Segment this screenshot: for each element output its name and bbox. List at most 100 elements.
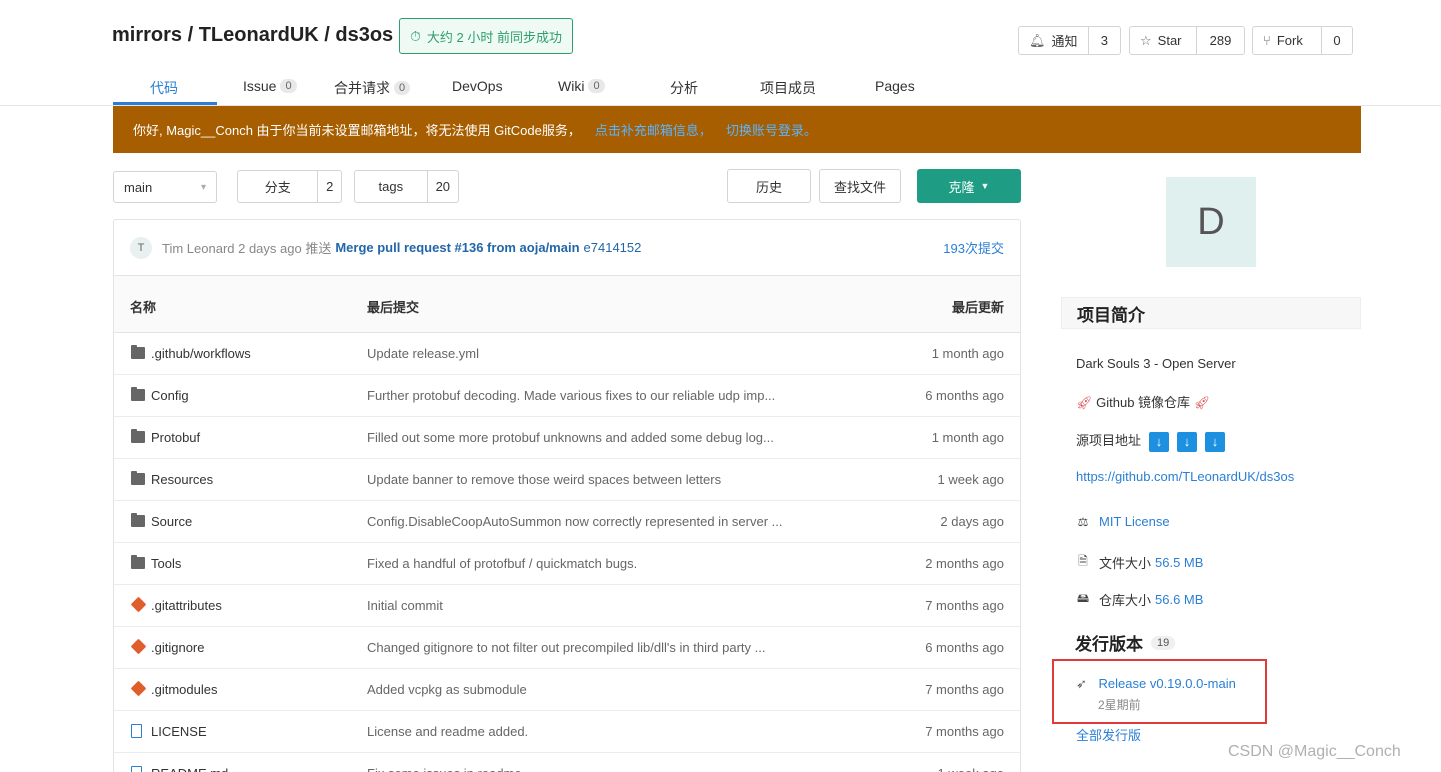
tags-label: tags (378, 179, 404, 194)
file-size-value[interactable]: 56.5 MB (1155, 555, 1203, 570)
file-name-link[interactable]: Tools (151, 556, 181, 571)
tab-code[interactable]: 代码 (150, 78, 178, 98)
file-commit-message-link[interactable]: License and readme added. (367, 724, 807, 739)
clone-label: 克隆 (948, 179, 975, 195)
bell-icon: 🔔︎ (1029, 32, 1046, 48)
chevron-down-icon: ▼ (980, 181, 990, 191)
project-description: Dark Souls 3 - Open Server (1076, 356, 1236, 371)
file-name-link[interactable]: Config (151, 388, 189, 403)
commit-message-link[interactable]: Merge pull request #136 from aoja/main (335, 240, 579, 255)
branch-select[interactable]: main ▾ (113, 171, 217, 203)
file-commit-message-link[interactable]: Config.DisableCoopAutoSummon now correct… (367, 514, 807, 529)
active-tab-indicator (113, 102, 217, 105)
file-updated-date: 7 months ago (925, 598, 1004, 613)
file-name-link[interactable]: LICENSE (151, 724, 207, 739)
file-name-link[interactable]: .github/workflows (151, 346, 251, 361)
tab-devops[interactable]: DevOps (452, 78, 503, 94)
file-name-link[interactable]: .gitignore (151, 640, 204, 655)
table-row[interactable]: .gitmodules Added vcpkg as submodule 7 mon… (114, 669, 1020, 711)
table-row[interactable]: README.md Fix some issues in readme 1 week… (114, 753, 1020, 772)
file-updated-date: 6 months ago (925, 388, 1004, 403)
table-row[interactable]: .github/workflows Update release.yml 1 mon… (114, 333, 1020, 375)
rocket-icon: 🚀︎ (1076, 395, 1093, 410)
file-updated-date: 1 month ago (931, 430, 1004, 445)
star-count[interactable]: 289 (1196, 27, 1244, 54)
avatar[interactable]: T (130, 236, 152, 259)
drive-icon: 🖴 (1076, 591, 1090, 605)
table-row[interactable]: Protobuf Filled out some more protobuf un… (114, 417, 1020, 459)
col-last-updated: 最后更新 (951, 300, 1004, 315)
file-updated-date: 6 months ago (925, 640, 1004, 655)
timer-icon: ⏱ (410, 27, 421, 44)
tab-pages[interactable]: Pages (875, 78, 915, 94)
release-item[interactable]: ➶ Release v0.19.0.0-main 2星期前 (1076, 676, 1236, 712)
watermark: CSDN @Magic__Conch (1228, 743, 1401, 760)
license-link[interactable]: MIT License (1099, 514, 1170, 529)
tab-analytics[interactable]: 分析 (670, 78, 698, 98)
file-name-link[interactable]: Protobuf (151, 430, 200, 445)
commit-sha-link[interactable]: e7414152 (584, 240, 642, 255)
release-link[interactable]: Release v0.19.0.0-main (1099, 676, 1236, 691)
total-commits-link[interactable]: 193次提交 (943, 238, 1004, 257)
file-name-link[interactable]: Resources (151, 472, 213, 487)
repo-path[interactable]: mirrors / TLeonardUK / ds3os (112, 24, 393, 47)
find-file-button[interactable]: 查找文件 (819, 169, 901, 203)
add-email-link[interactable]: 点击补充邮箱信息， (595, 120, 712, 139)
tab-issue[interactable]: Issue 0 (243, 78, 297, 94)
all-releases-link[interactable]: 全部发行版 (1076, 725, 1141, 744)
fork-button[interactable]: ⑂ Fork 0 (1252, 26, 1353, 55)
mr-count-badge: 0 (394, 81, 411, 95)
switch-account-link[interactable]: 切换账号登录。 (726, 120, 817, 139)
file-commit-message-link[interactable]: Further protobuf decoding. Made various … (367, 388, 807, 403)
file-commit-message-link[interactable]: Initial commit (367, 598, 807, 613)
watch-button[interactable]: 🔔︎ 通知 3 (1018, 26, 1121, 55)
table-row[interactable]: LICENSE License and readme added. 7 months… (114, 711, 1020, 753)
commit-author: Tim Leonard 2 days ago 推送 (162, 241, 332, 256)
file-commit-message-link[interactable]: Filled out some more protobuf unknowns a… (367, 430, 807, 445)
intro-title: 项目简介 (1061, 297, 1361, 329)
table-row[interactable]: Resources Update banner to remove those w… (114, 459, 1020, 501)
table-row[interactable]: .gitattributes Initial commit 7 months ago (114, 585, 1020, 627)
git-file-icon (130, 638, 147, 655)
branches-button[interactable]: 分支 2 (237, 170, 342, 203)
source-label: 源项目地址 (1076, 433, 1142, 448)
history-button[interactable]: 历史 (727, 169, 811, 203)
rocket-icon: ➶ (1076, 676, 1087, 691)
file-commit-message-link[interactable]: Added vcpkg as submodule (367, 682, 807, 697)
table-row[interactable]: Config Further protobuf decoding. Made va… (114, 375, 1020, 417)
folder-icon (131, 345, 145, 359)
file-commit-message-link[interactable]: Fixed a handful of protofbuf / quickmatc… (367, 556, 807, 571)
file-name-link[interactable]: .gitattributes (151, 598, 222, 613)
tab-wiki[interactable]: Wiki 0 (558, 78, 605, 94)
tags-button[interactable]: tags 20 (354, 170, 459, 203)
file-updated-date: 7 months ago (925, 682, 1004, 697)
watch-count[interactable]: 3 (1087, 27, 1120, 54)
table-row[interactable]: Source Config.DisableCoopAutoSummon now c… (114, 501, 1020, 543)
file-name-link[interactable]: .gitmodules (151, 682, 217, 697)
arrow-down-icon: ↓ (1205, 431, 1226, 452)
tab-merge-requests[interactable]: 合并请求 0 (334, 78, 411, 98)
tab-members[interactable]: 项目成员 (760, 78, 816, 98)
file-commit-message-link[interactable]: Update release.yml (367, 346, 807, 361)
file-name-link[interactable]: README.md (151, 766, 228, 772)
branches-label: 分支 (264, 180, 291, 195)
last-commit-bar: T Tim Leonard 2 days ago 推送 Merge pull r… (114, 220, 1020, 276)
sync-status-text: 大约 2 小时 前同步成功 (426, 29, 562, 45)
source-url-link[interactable]: https://github.com/TLeonardUK/ds3os (1076, 469, 1294, 484)
table-row[interactable]: Tools Fixed a handful of protofbuf / quic… (114, 543, 1020, 585)
file-icon: 🗎 (1078, 554, 1088, 568)
fork-count[interactable]: 0 (1321, 27, 1352, 54)
license-row[interactable]: ⚖ MIT License (1076, 514, 1170, 529)
scale-icon: ⚖ (1077, 514, 1089, 529)
file-commit-message-link[interactable]: Fix some issues in readme (367, 766, 807, 772)
clone-button[interactable]: 克隆 ▼ (917, 169, 1021, 203)
table-row[interactable]: .gitignore Changed gitignore to not filte… (114, 627, 1020, 669)
file-commit-message-link[interactable]: Changed gitignore to not filter out prec… (367, 640, 807, 655)
file-commit-message-link[interactable]: Update banner to remove those weird spac… (367, 472, 807, 487)
star-button[interactable]: ☆ Star 289 (1129, 26, 1245, 55)
file-name-link[interactable]: Source (151, 514, 192, 529)
col-name: 名称 (130, 300, 157, 315)
col-last-commit: 最后提交 (367, 300, 420, 315)
folder-icon (131, 471, 145, 485)
repo-size-value[interactable]: 56.6 MB (1155, 592, 1203, 607)
